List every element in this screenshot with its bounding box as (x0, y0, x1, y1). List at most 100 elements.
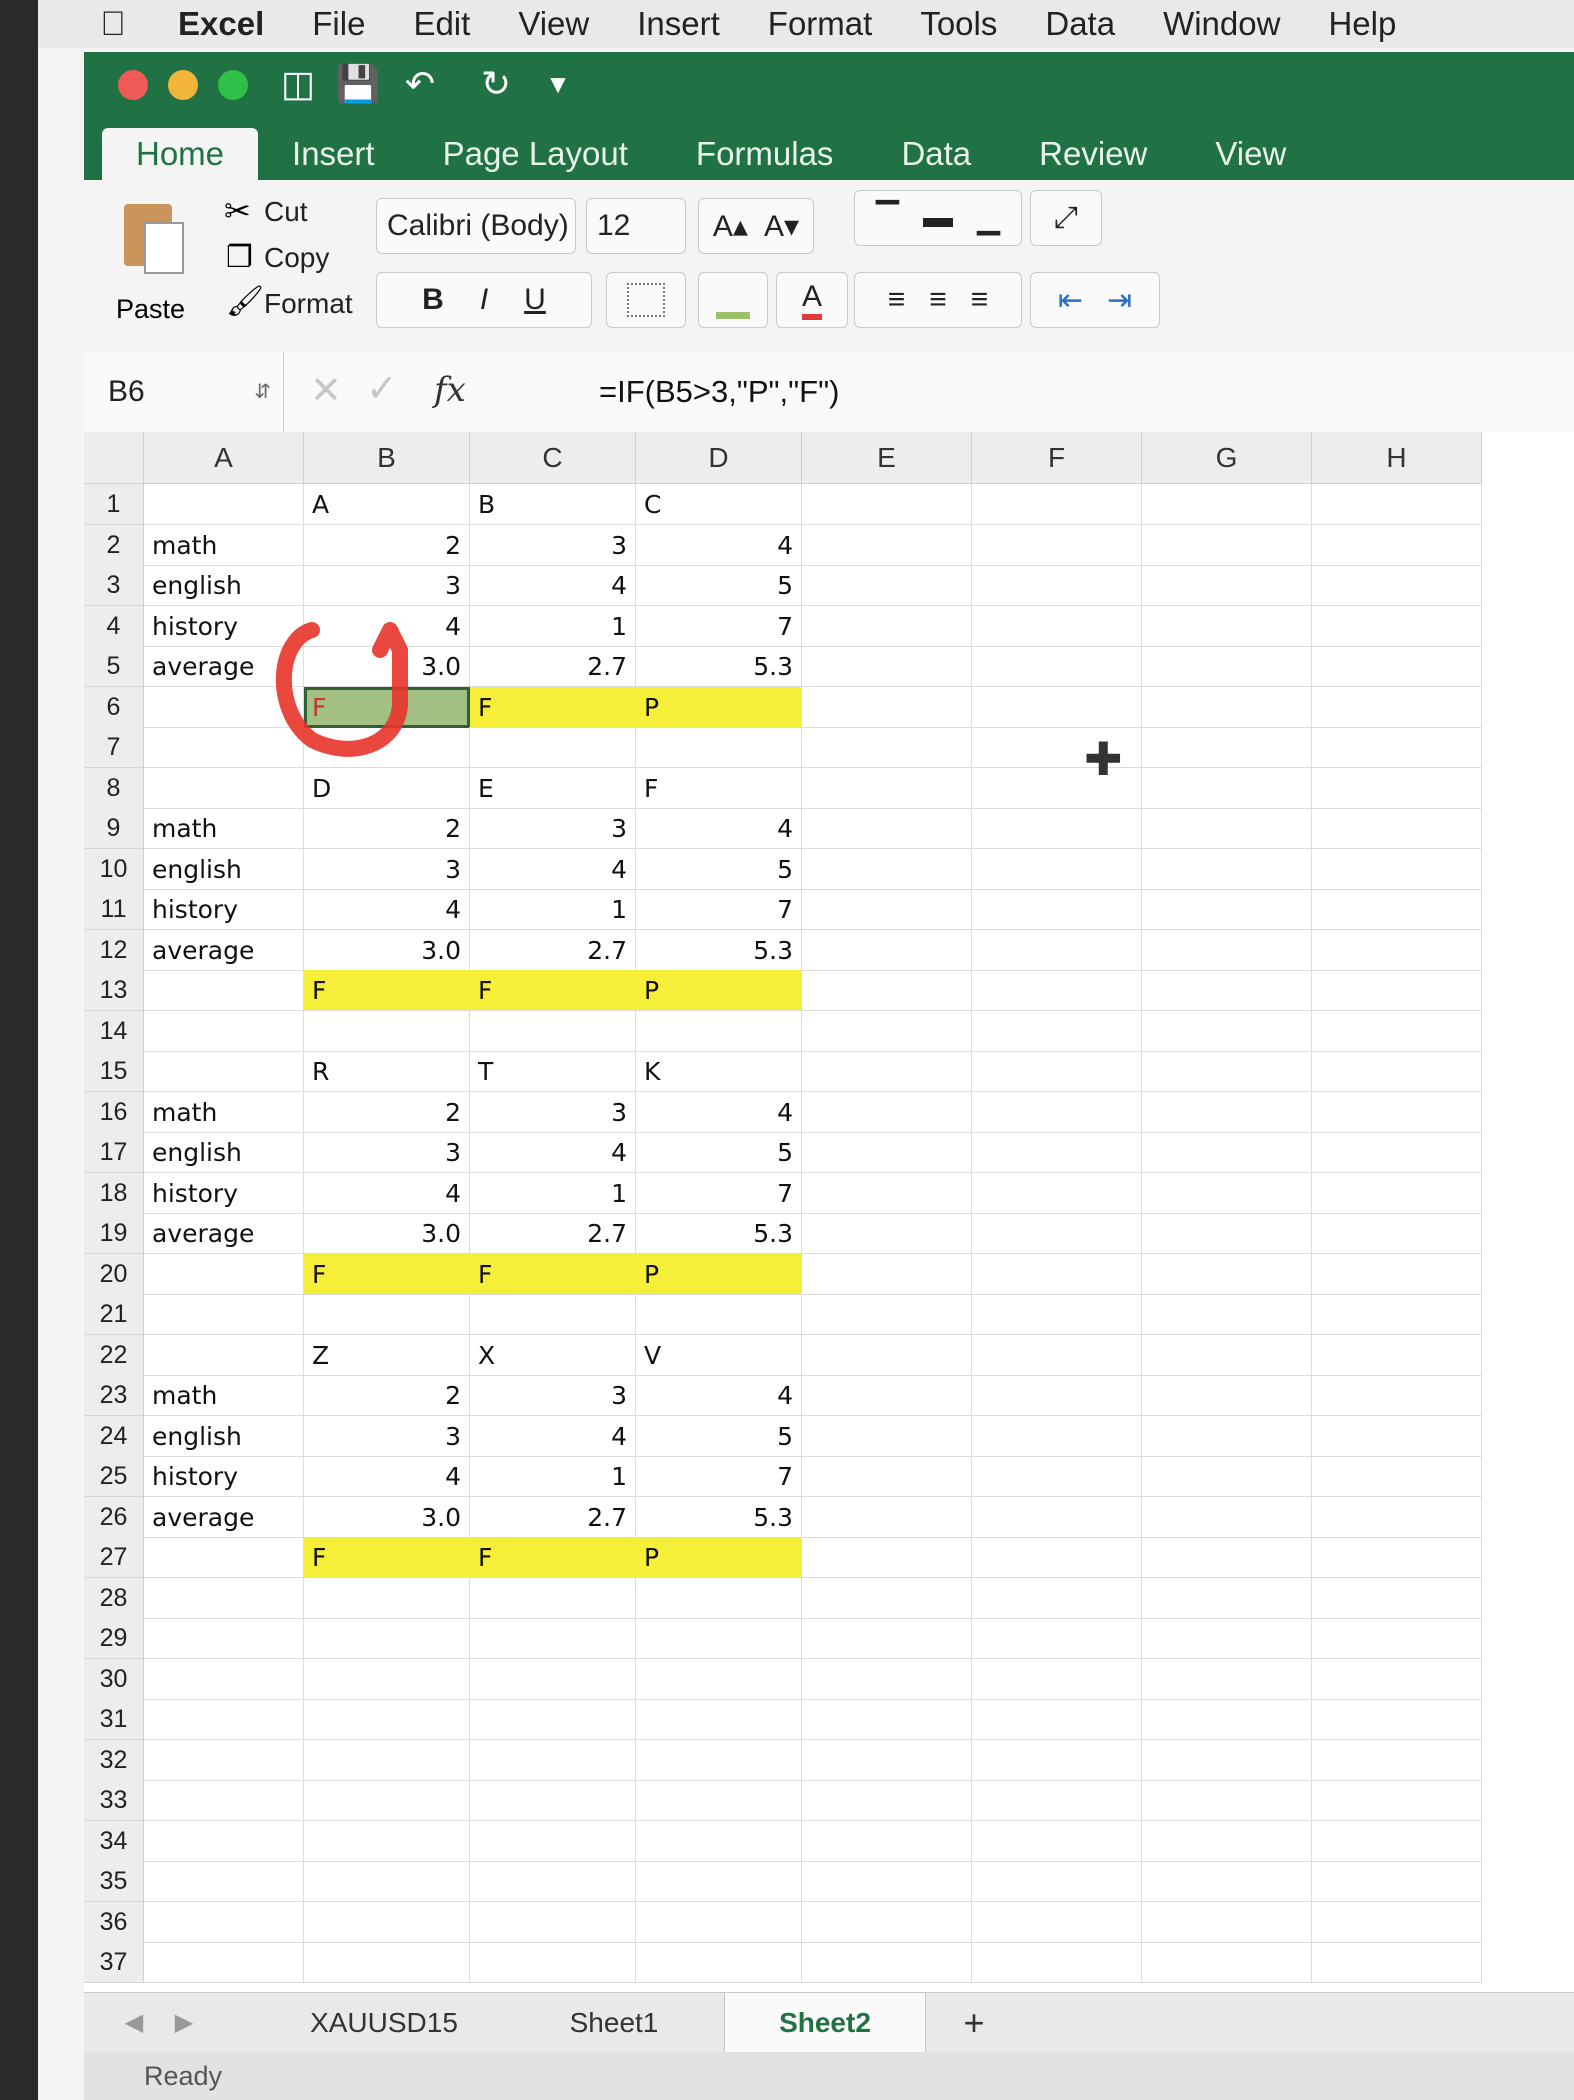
cell-h29[interactable] (1312, 1618, 1482, 1659)
cell-e6[interactable] (802, 687, 972, 728)
cell-d25[interactable]: 7 (636, 1456, 802, 1497)
menu-edit[interactable]: Edit (413, 5, 470, 43)
cell-d31[interactable] (636, 1699, 802, 1740)
cell-g35[interactable] (1142, 1861, 1312, 1902)
cell-g11[interactable] (1142, 889, 1312, 930)
cell-b30[interactable] (304, 1659, 470, 1700)
cell-b35[interactable] (304, 1861, 470, 1902)
cell-d21[interactable] (636, 1294, 802, 1335)
row-header[interactable]: 28 (84, 1578, 144, 1619)
cell-a1[interactable] (144, 484, 304, 525)
menu-file[interactable]: File (312, 5, 365, 43)
row-header[interactable]: 37 (84, 1942, 144, 1983)
cell-b34[interactable] (304, 1821, 470, 1862)
cell-e1[interactable] (802, 484, 972, 525)
cell-e37[interactable] (802, 1942, 972, 1983)
cell-e18[interactable] (802, 1173, 972, 1214)
cell-f13[interactable] (972, 970, 1142, 1011)
cell-f26[interactable] (972, 1497, 1142, 1538)
cell-a27[interactable] (144, 1537, 304, 1578)
cell-b10[interactable]: 3 (304, 849, 470, 890)
tab-page-layout[interactable]: Page Layout (409, 128, 662, 180)
cell-a18[interactable]: history (144, 1173, 304, 1214)
cell-h8[interactable] (1312, 768, 1482, 809)
apple-icon[interactable]:  (88, 5, 138, 44)
cell-a11[interactable]: history (144, 889, 304, 930)
row-header[interactable]: 18 (84, 1173, 144, 1214)
cell-h17[interactable] (1312, 1132, 1482, 1173)
cell-e28[interactable] (802, 1578, 972, 1619)
menu-window[interactable]: Window (1163, 5, 1280, 43)
cell-c30[interactable] (470, 1659, 636, 1700)
row-header[interactable]: 2 (84, 525, 144, 566)
row-header[interactable]: 3 (84, 565, 144, 606)
cell-c14[interactable] (470, 1011, 636, 1052)
cell-b36[interactable] (304, 1902, 470, 1943)
font-color-button[interactable]: A (776, 272, 848, 328)
cell-h19[interactable] (1312, 1213, 1482, 1254)
cell-c25[interactable]: 1 (470, 1456, 636, 1497)
cell-a23[interactable]: math (144, 1375, 304, 1416)
orientation-button[interactable]: ⤢ (1030, 190, 1102, 246)
cell-g36[interactable] (1142, 1902, 1312, 1943)
cell-h28[interactable] (1312, 1578, 1482, 1619)
cell-e30[interactable] (802, 1659, 972, 1700)
cell-c26[interactable]: 2.7 (470, 1497, 636, 1538)
cell-e5[interactable] (802, 646, 972, 687)
cell-e33[interactable] (802, 1780, 972, 1821)
cell-c29[interactable] (470, 1618, 636, 1659)
fill-color-button[interactable] (698, 272, 768, 328)
cell-h27[interactable] (1312, 1537, 1482, 1578)
cell-a37[interactable] (144, 1942, 304, 1983)
row-header[interactable]: 24 (84, 1416, 144, 1457)
cell-d28[interactable] (636, 1578, 802, 1619)
align-center-icon[interactable]: ≡ (929, 283, 947, 317)
italic-button[interactable]: I (480, 283, 488, 317)
cell-d26[interactable]: 5.3 (636, 1497, 802, 1538)
cell-d16[interactable]: 4 (636, 1092, 802, 1133)
cell-g24[interactable] (1142, 1416, 1312, 1457)
cell-g33[interactable] (1142, 1780, 1312, 1821)
cell-b24[interactable]: 3 (304, 1416, 470, 1457)
cell-a33[interactable] (144, 1780, 304, 1821)
increase-indent-icon[interactable]: ⇥ (1107, 283, 1132, 318)
paste-button[interactable]: Paste (104, 194, 214, 344)
cell-c22[interactable]: X (470, 1335, 636, 1376)
cell-g1[interactable] (1142, 484, 1312, 525)
cell-a30[interactable] (144, 1659, 304, 1700)
cell-g21[interactable] (1142, 1294, 1312, 1335)
cell-g10[interactable] (1142, 849, 1312, 890)
menu-view[interactable]: View (518, 5, 589, 43)
cell-c19[interactable]: 2.7 (470, 1213, 636, 1254)
row-header[interactable]: 1 (84, 484, 144, 525)
row-header[interactable]: 34 (84, 1821, 144, 1862)
cell-g20[interactable] (1142, 1254, 1312, 1295)
cell-b37[interactable] (304, 1942, 470, 1983)
cell-g30[interactable] (1142, 1659, 1312, 1700)
close-window-button[interactable] (118, 70, 148, 100)
cell-h30[interactable] (1312, 1659, 1482, 1700)
cell-g22[interactable] (1142, 1335, 1312, 1376)
cell-h22[interactable] (1312, 1335, 1482, 1376)
cell-b8[interactable]: D (304, 768, 470, 809)
cell-g34[interactable] (1142, 1821, 1312, 1862)
row-header[interactable]: 16 (84, 1092, 144, 1133)
cell-a29[interactable] (144, 1618, 304, 1659)
cell-b25[interactable]: 4 (304, 1456, 470, 1497)
row-header[interactable]: 30 (84, 1659, 144, 1700)
cell-f18[interactable] (972, 1173, 1142, 1214)
row-header[interactable]: 36 (84, 1902, 144, 1943)
menu-format[interactable]: Format (768, 5, 873, 43)
grow-font-button[interactable]: A▴ (713, 209, 748, 244)
row-header[interactable]: 33 (84, 1780, 144, 1821)
cell-d20[interactable]: P (636, 1254, 802, 1295)
cell-c2[interactable]: 3 (470, 525, 636, 566)
cell-e16[interactable] (802, 1092, 972, 1133)
row-header[interactable]: 12 (84, 930, 144, 971)
cell-b23[interactable]: 2 (304, 1375, 470, 1416)
cell-e7[interactable] (802, 727, 972, 768)
sheet-tab-sheet2[interactable]: Sheet2 (724, 1993, 926, 2053)
align-top-icon[interactable]: ▔ (876, 201, 899, 236)
row-header[interactable]: 5 (84, 646, 144, 687)
cell-d4[interactable]: 7 (636, 606, 802, 647)
